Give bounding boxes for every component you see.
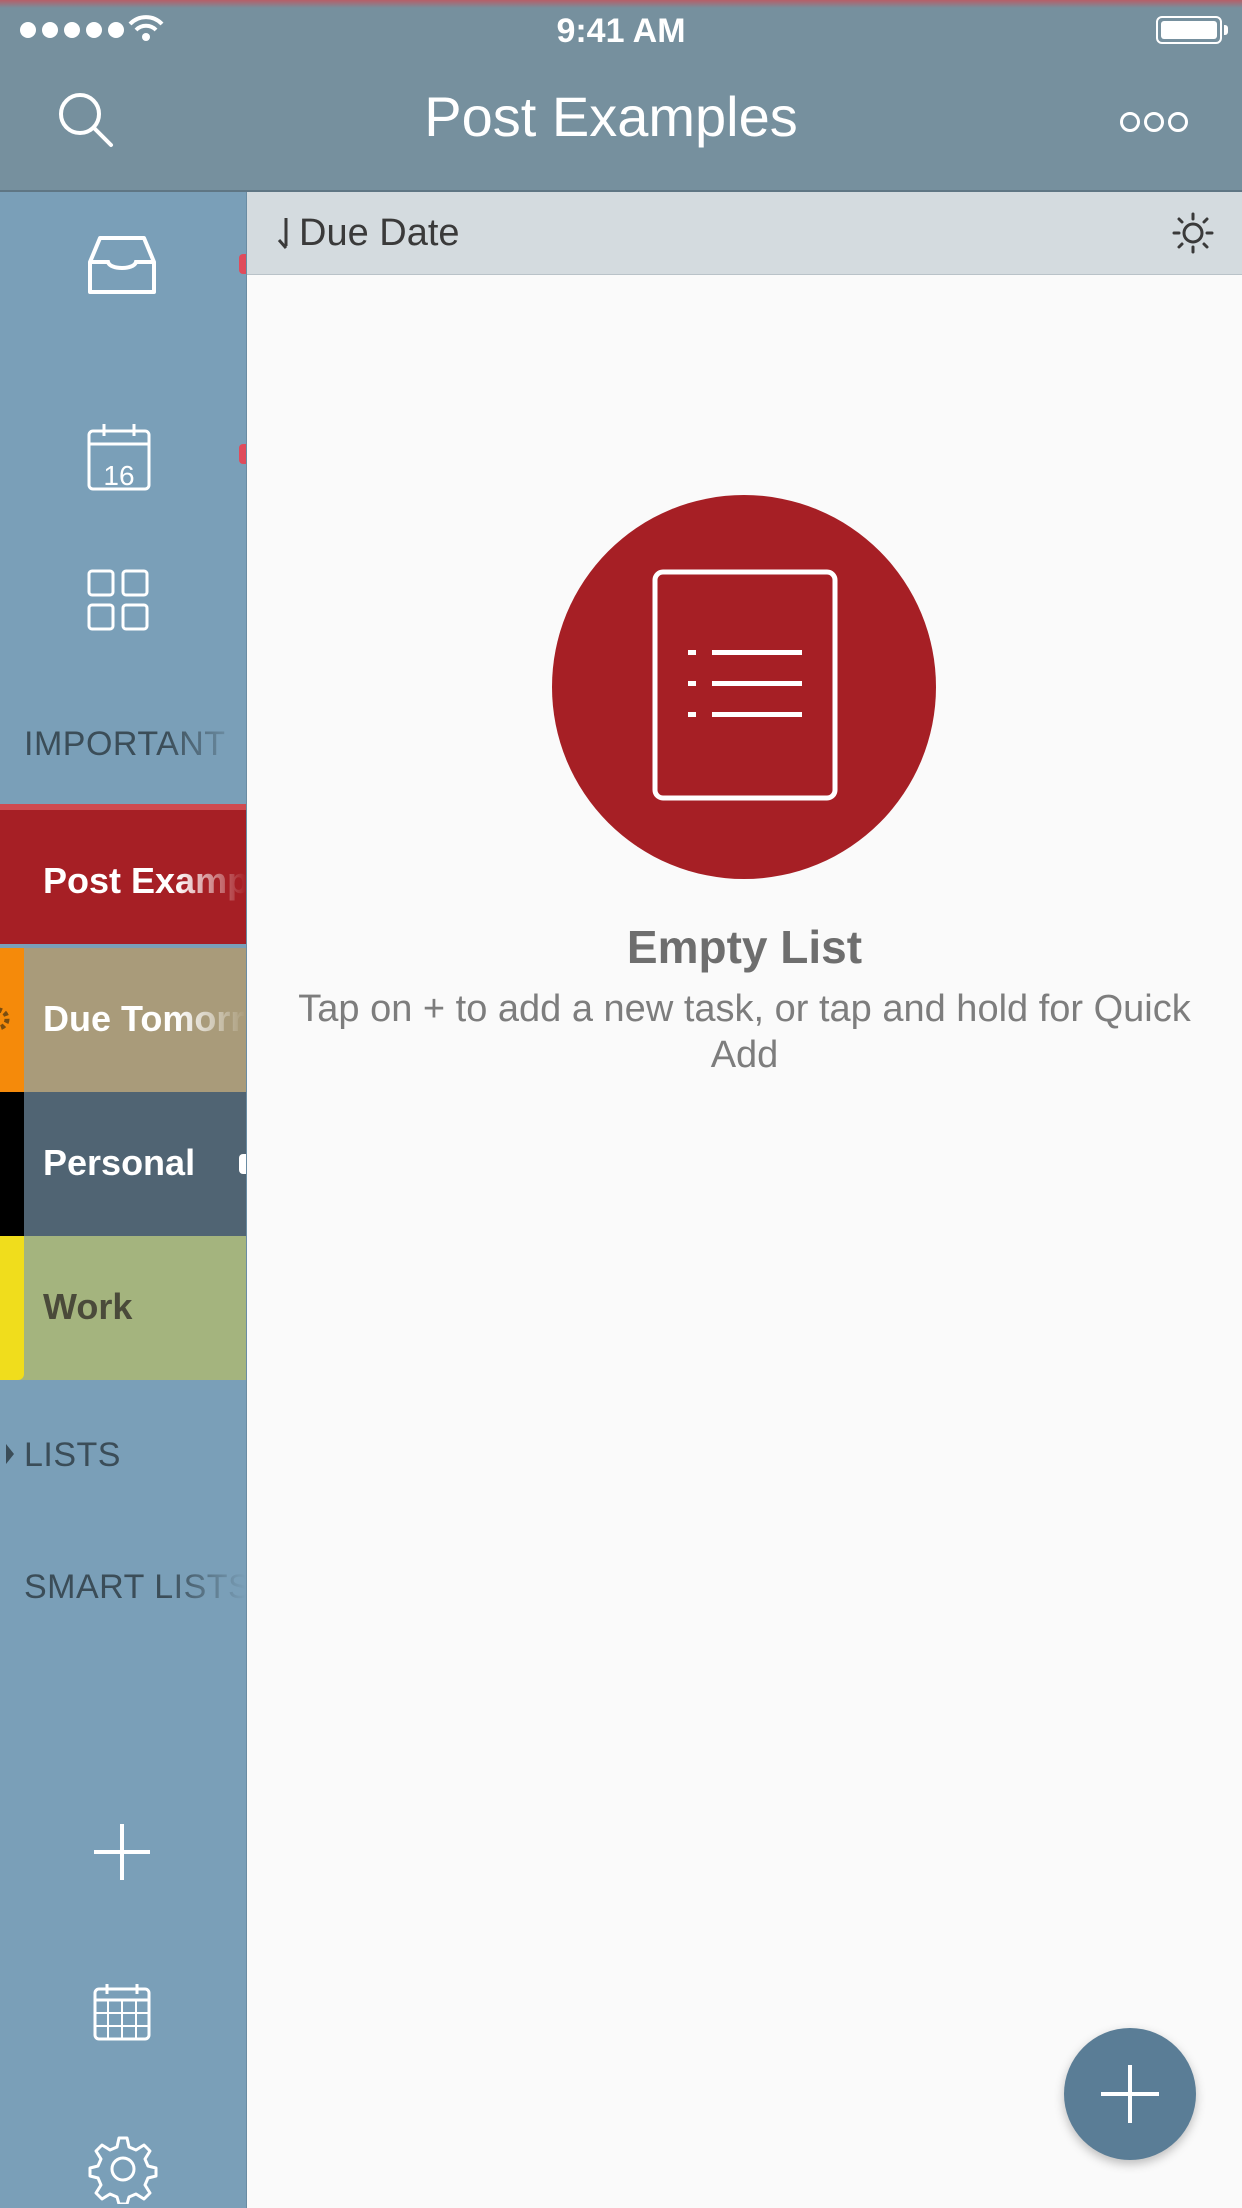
task-list-panel: Due Date Empty List Tap on + to add a ne… [247,192,1242,2208]
section-lists[interactable]: LISTS [24,1436,121,1475]
chevron-right-icon [6,1444,14,1464]
calendar-icon[interactable] [92,1982,152,2042]
sidebar-item-post-examples[interactable]: Post Examples [0,804,246,944]
smart-list-gear-icon [0,1007,10,1031]
sidebar-item-personal[interactable]: Personal [0,1092,246,1236]
notification-strip [0,0,1242,8]
fade-overlay [166,1554,246,1614]
document-list-icon [652,569,838,801]
sidebar-item-work[interactable]: Work [0,1236,246,1380]
brightness-icon[interactable] [1172,212,1214,254]
inbox-icon[interactable] [86,232,158,298]
page-title: Post Examples [424,85,798,148]
plus-icon [1101,2065,1159,2123]
status-time: 9:41 AM [556,12,686,50]
grid-icon[interactable] [86,568,150,632]
navigation-bar: Post Examples [0,62,1242,192]
sort-arrow-icon [277,218,288,249]
sidebar-item-label: Personal [43,1142,196,1183]
today-badge [239,444,246,464]
status-bar: 9:41 AM [0,0,1242,62]
list-color-stripe [0,1092,24,1236]
battery-icon [1156,16,1228,44]
add-task-button[interactable] [1064,2028,1196,2160]
settings-gear-icon[interactable] [88,2134,158,2204]
more-icon[interactable] [1120,112,1188,132]
calendar-day-number: 16 [103,460,135,491]
inbox-badge [239,254,246,274]
list-color-stripe [0,1236,24,1380]
fade-overlay [166,712,246,772]
sidebar-item-label: Work [43,1286,133,1327]
sort-label[interactable]: Due Date [299,212,460,255]
sidebar-item-due-tomorrow[interactable]: Due Tomorrow [0,948,246,1092]
empty-list-illustration [552,495,936,879]
sort-bar[interactable]: Due Date [247,192,1242,275]
sidebar: 16 IMPORTANT Post Examples Due Tomorrow … [0,192,247,2208]
empty-state-title: Empty List [626,921,863,973]
add-list-icon[interactable] [92,1822,152,1882]
empty-state-subtitle: Tap on + to add a new task, or tap and h… [298,988,1191,1076]
personal-badge [239,1154,246,1174]
